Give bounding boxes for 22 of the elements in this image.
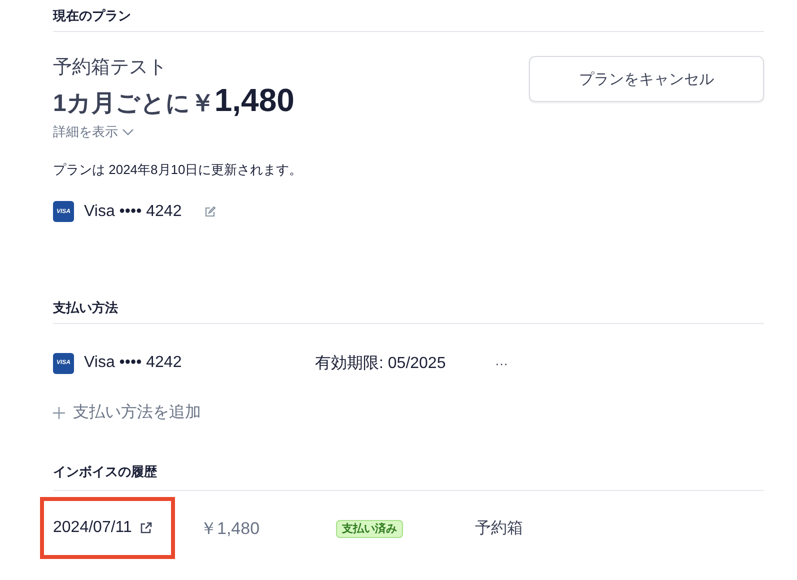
card-label: Visa •••• 4242 [84, 202, 182, 220]
renewal-note: プランは 2024年8月10日に更新されます。 [53, 161, 302, 179]
section-heading: インボイスの履歴 [53, 453, 764, 491]
invoice-amount: ￥1,480 [200, 518, 261, 540]
more-button[interactable]: ··· [495, 356, 508, 370]
plan-name: 予約箱テスト [53, 56, 168, 80]
invoice-date-link[interactable]: 2024/07/11 [53, 519, 200, 537]
invoice-product: 予約箱 [475, 518, 523, 538]
chevron-icon [122, 128, 134, 136]
plus-icon [53, 406, 65, 418]
cancel-plan-button[interactable]: プランをキャンセル [529, 56, 764, 102]
price-period: 1カ月ごとに￥ [53, 89, 214, 119]
section-heading: 支払い方法 [53, 284, 764, 324]
edit-icon[interactable] [204, 206, 216, 218]
card-expiry: 有効期限: 05/2025 [315, 354, 447, 374]
section-heading: 現在のプラン [53, 0, 764, 32]
details-toggle[interactable]: 詳細を表示 [53, 123, 134, 141]
status-badge: 支払い済み [336, 520, 403, 538]
external-link-icon [140, 522, 152, 534]
price-amount: 1,480 [214, 82, 294, 119]
card-label: Visa •••• 4242 [84, 354, 182, 372]
add-payment-link[interactable]: 支払い方法を追加 [53, 402, 201, 423]
